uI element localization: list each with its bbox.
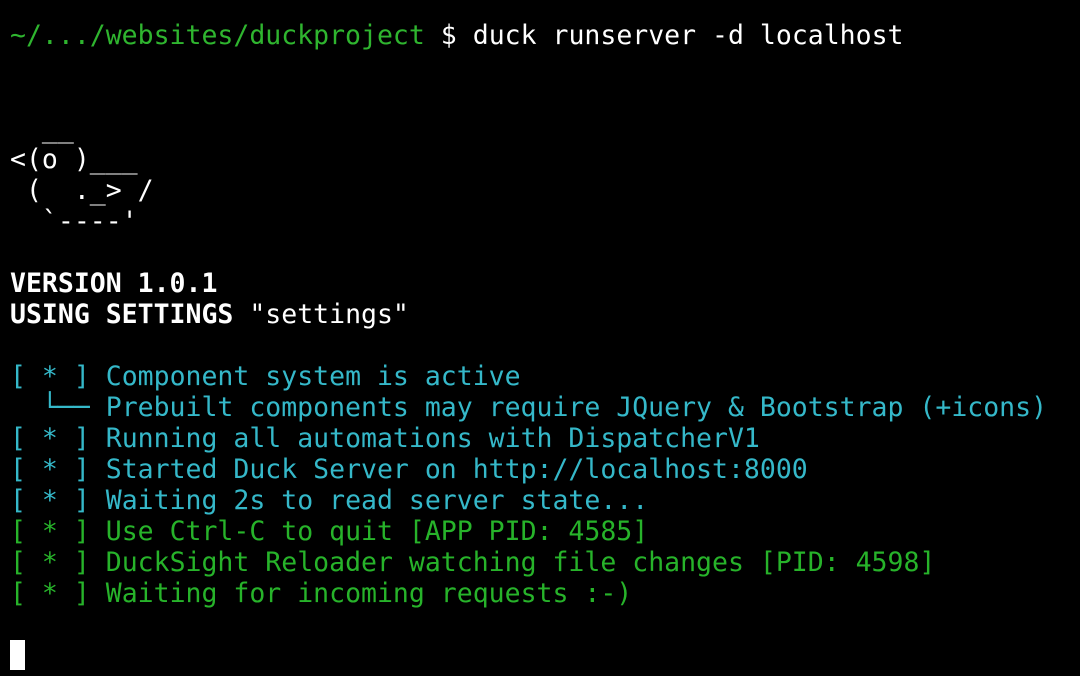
log-line: [ * ] Use Ctrl-C to quit [APP PID: 4585] — [10, 516, 1078, 547]
log-text: Component system is active — [105, 361, 521, 392]
settings-label: USING SETTINGS — [10, 299, 234, 330]
log-text: Use Ctrl-C to quit [APP PID: 4585] — [105, 516, 649, 547]
ascii-art-line: __ — [10, 113, 74, 144]
tree-branch: └── — [10, 392, 106, 423]
log-bullet: [ * ] — [10, 423, 90, 454]
log-text: Prebuilt components may require JQuery &… — [105, 392, 1048, 423]
ascii-art-line: <(o )___ — [10, 144, 138, 175]
log-bullet: [ * ] — [10, 547, 90, 578]
log-bullet: [ * ] — [10, 516, 90, 547]
prompt-line: ~/.../websites/duckproject $ duck runser… — [10, 20, 1078, 51]
log-line: [ * ] DuckSight Reloader watching file c… — [10, 547, 1078, 578]
log-line: [ * ] Running all automations with Dispa… — [10, 423, 1078, 454]
input-line[interactable] — [10, 640, 1078, 671]
log-text: Waiting for incoming requests :-) — [105, 578, 633, 609]
ascii-art-line: `----' — [10, 206, 138, 237]
log-text: DuckSight Reloader watching file changes… — [105, 547, 936, 578]
ascii-art-line: ( ._> / — [10, 175, 154, 206]
log-line: [ * ] Waiting for incoming requests :-) — [10, 578, 1078, 609]
log-bullet: [ * ] — [10, 361, 90, 392]
version-line: VERSION 1.0.1 — [10, 268, 218, 299]
log-text: Started Duck Server on http://localhost:… — [105, 454, 808, 485]
settings-value: "settings" — [249, 299, 409, 330]
log-line: [ * ] Waiting 2s to read server state... — [10, 485, 1078, 516]
log-bullet: [ * ] — [10, 578, 90, 609]
prompt-symbol: $ — [440, 20, 457, 51]
log-text: Running all automations with DispatcherV… — [105, 423, 760, 454]
log-line-subitem: └── Prebuilt components may require JQue… — [10, 392, 1078, 423]
command-text: duck runserver -d localhost — [472, 20, 904, 51]
settings-line: USING SETTINGS "settings" — [10, 299, 1078, 330]
prompt-path: ~/.../websites/duckproject — [10, 20, 425, 51]
log-bullet: [ * ] — [10, 454, 90, 485]
text-cursor[interactable] — [10, 640, 25, 670]
log-text: Waiting 2s to read server state... — [105, 485, 649, 516]
log-line: [ * ] Started Duck Server on http://loca… — [10, 454, 1078, 485]
terminal-window[interactable]: ~/.../websites/duckproject $ duck runser… — [10, 20, 1078, 671]
log-bullet: [ * ] — [10, 485, 90, 516]
log-line: [ * ] Component system is active — [10, 361, 1078, 392]
